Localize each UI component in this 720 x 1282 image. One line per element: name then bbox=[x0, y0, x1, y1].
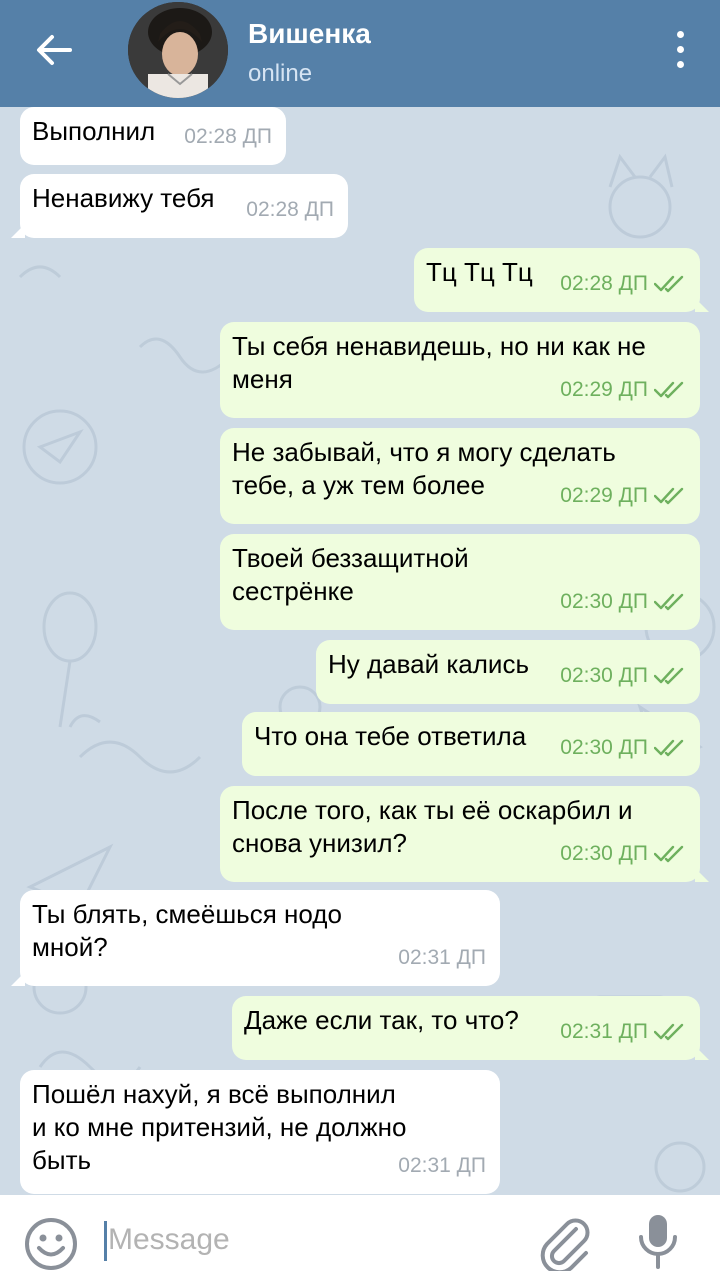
more-menu-icon[interactable] bbox=[668, 28, 692, 72]
outgoing-message[interactable]: После того, как ты её оскарбил и снова у… bbox=[220, 786, 709, 882]
message-input[interactable] bbox=[104, 1215, 504, 1265]
message-text: Даже если так, то что? bbox=[244, 1005, 519, 1035]
double-check-icon bbox=[654, 275, 684, 292]
outgoing-message[interactable]: Не забывай, что я могу сделать тебе, а у… bbox=[220, 428, 700, 524]
message-meta: 02:29 ДП bbox=[560, 479, 686, 512]
incoming-message[interactable]: Пошёл нахуй, я всё выполнил и ко мне при… bbox=[20, 1070, 500, 1194]
message-text: Ты блять, смеёшься нодо мной? bbox=[32, 899, 342, 962]
message-time: 02:30 ДП bbox=[560, 664, 648, 687]
double-check-icon bbox=[654, 845, 684, 862]
message-meta: 02:30 ДП bbox=[560, 837, 686, 870]
double-check-icon bbox=[654, 1023, 684, 1040]
message-time: 02:28 ДП bbox=[560, 272, 648, 295]
contact-avatar[interactable] bbox=[128, 2, 228, 98]
outgoing-message[interactable]: Что она тебе ответила 02:30 ДП bbox=[242, 712, 700, 776]
message-time: 02:31 ДП bbox=[398, 946, 486, 969]
contact-name[interactable]: Вишенка bbox=[248, 18, 371, 50]
back-arrow-icon[interactable] bbox=[30, 26, 78, 74]
message-time: 02:31 ДП bbox=[398, 1154, 486, 1177]
message-meta: 02:30 ДП bbox=[560, 585, 686, 618]
message-time: 02:30 ДП bbox=[560, 736, 648, 759]
double-check-icon bbox=[654, 487, 684, 504]
message-meta: 02:28 ДП bbox=[246, 193, 334, 226]
message-meta: 02:28 ДП bbox=[184, 120, 272, 153]
chat-header: Вишенка online bbox=[0, 0, 720, 107]
outgoing-message[interactable]: Тц Тц Тц 02:28 ДП bbox=[414, 248, 709, 312]
double-check-icon bbox=[654, 739, 684, 756]
outgoing-message[interactable]: Даже если так, то что? 02:31 ДП bbox=[232, 996, 709, 1060]
message-text: Что она тебе ответила bbox=[254, 721, 527, 751]
double-check-icon bbox=[654, 667, 684, 684]
message-text: Тц Тц Тц bbox=[426, 257, 533, 287]
message-text: Ну давай кались bbox=[328, 649, 530, 679]
microphone-icon[interactable] bbox=[636, 1213, 680, 1271]
message-time: 02:28 ДП bbox=[184, 125, 272, 148]
message-time: 02:29 ДП bbox=[560, 484, 648, 507]
message-text: Ненавижу тебя bbox=[32, 183, 215, 213]
message-time: 02:30 ДП bbox=[560, 842, 648, 865]
message-text: Не забывай, что я могу сделать тебе, а у… bbox=[232, 437, 616, 500]
message-meta: 02:31 ДП bbox=[560, 1015, 686, 1048]
incoming-message[interactable]: Ненавижу тебя 02:28 ДП bbox=[11, 174, 348, 238]
message-text: Выполнил bbox=[32, 116, 156, 146]
message-time: 02:29 ДП bbox=[560, 378, 648, 401]
outgoing-message[interactable]: Ну давай кались 02:30 ДП bbox=[316, 640, 700, 704]
smiley-icon[interactable] bbox=[24, 1217, 78, 1271]
message-time: 02:30 ДП bbox=[560, 590, 648, 613]
message-meta: 02:29 ДП bbox=[560, 373, 686, 406]
incoming-message[interactable]: Ты блять, смеёшься нодо мной? 02:31 ДП bbox=[11, 890, 500, 986]
paperclip-icon[interactable] bbox=[538, 1215, 594, 1271]
message-meta: 02:30 ДП bbox=[560, 731, 686, 764]
contact-status: online bbox=[248, 60, 313, 87]
message-time: 02:28 ДП bbox=[246, 198, 334, 221]
double-check-icon bbox=[654, 381, 684, 398]
message-time: 02:31 ДП bbox=[560, 1020, 648, 1043]
message-meta: 02:30 ДП bbox=[560, 659, 686, 692]
outgoing-message[interactable]: Ты себя ненавидешь, но ни как не меня 02:… bbox=[220, 322, 700, 418]
message-meta: 02:28 ДП bbox=[560, 267, 686, 300]
message-meta: 02:31 ДП bbox=[398, 941, 486, 974]
outgoing-message[interactable]: Твоей беззащитной сестрёнке 02:30 ДП bbox=[220, 534, 700, 630]
incoming-message[interactable]: Выполнил 02:28 ДП bbox=[20, 107, 286, 165]
message-composer bbox=[0, 1195, 720, 1282]
message-meta: 02:31 ДП bbox=[398, 1149, 486, 1182]
message-list[interactable]: Выполнил 02:28 ДП Ненавижу тебя 02:28 ДП Тц … bbox=[0, 107, 720, 1195]
message-text: Твоей беззащитной сестрёнке bbox=[232, 543, 469, 606]
double-check-icon bbox=[654, 593, 684, 610]
message-text: Пошёл нахуй, я всё выполнил и ко мне при… bbox=[32, 1079, 407, 1175]
